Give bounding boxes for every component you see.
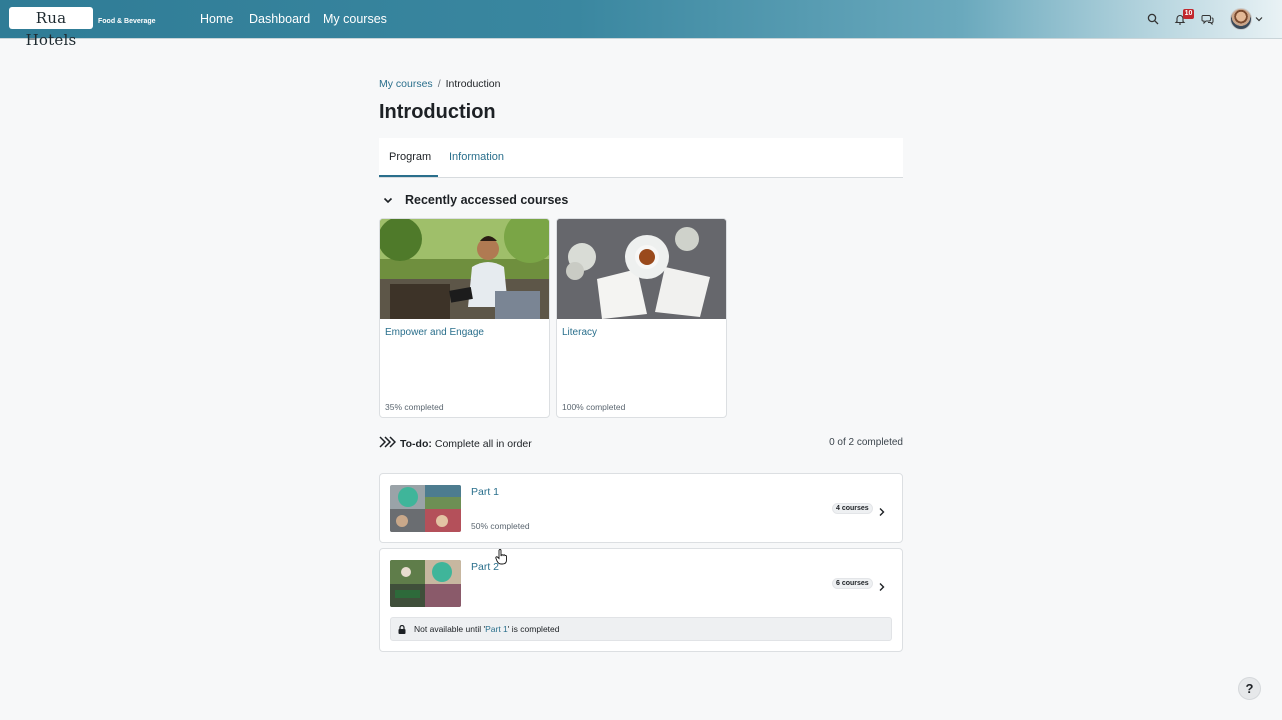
recent-courses-title: Recently accessed courses — [405, 193, 569, 207]
part-2-thumbnail — [390, 560, 461, 607]
course-count-badge: 6 courses — [832, 578, 873, 589]
recent-courses-header: Recently accessed courses — [379, 193, 568, 207]
active-tab-indicator — [379, 175, 438, 177]
chevron-right-icon[interactable] — [877, 504, 887, 516]
program-part-1[interactable]: Part 1 50% completed 4 courses — [379, 473, 903, 543]
tab-program[interactable]: Program — [389, 151, 431, 163]
part-1-thumbnail — [390, 485, 461, 532]
logo[interactable]: Rua Hotels — [9, 7, 93, 49]
hand-cursor-icon — [495, 549, 507, 565]
tab-information[interactable]: Information — [449, 151, 504, 163]
nav-home-link[interactable]: Home — [200, 12, 233, 26]
nav-dashboard-link[interactable]: Dashboard — [249, 12, 310, 26]
course-image-empower — [380, 219, 549, 319]
todo-row: To-do: Complete all in order 0 of 2 comp… — [379, 436, 903, 452]
course-progress: 100% completed — [562, 402, 626, 412]
program-part-2[interactable]: Part 2 6 courses Not available until ' Pa… — [379, 548, 903, 652]
chat-icon[interactable] — [1199, 11, 1215, 27]
lock-text-prefix: Not available until ' — [414, 624, 486, 634]
lock-text-suffix: ' is completed — [507, 624, 560, 634]
collapse-chevron-icon[interactable] — [379, 197, 397, 204]
part-1-title[interactable]: Part 1 — [471, 486, 499, 498]
double-chevron-right-icon — [379, 436, 397, 451]
chevron-right-icon[interactable] — [877, 579, 887, 591]
nav-my-courses-link[interactable]: My courses — [323, 12, 387, 26]
availability-restriction: Not available until ' Part 1 ' is complete… — [390, 617, 892, 641]
help-button[interactable]: ? — [1238, 677, 1261, 700]
lock-part-link[interactable]: Part 1 — [485, 624, 508, 634]
lock-icon — [398, 624, 406, 634]
todo-text: Complete all in order — [434, 437, 532, 450]
course-card-literacy[interactable]: Literacy 100% completed — [556, 218, 727, 418]
page-title: Introduction — [379, 101, 496, 123]
chevron-down-icon[interactable] — [1254, 11, 1264, 27]
todo-label: To-do: — [400, 437, 432, 450]
logo-subtitle: Food & Beverage — [98, 18, 156, 25]
course-image-literacy — [557, 219, 726, 319]
course-title[interactable]: Literacy — [562, 327, 597, 338]
search-icon[interactable] — [1145, 11, 1161, 27]
top-navbar: Rua Hotels Food & Beverage Home Dashboar… — [0, 0, 1282, 49]
course-progress: 35% completed — [385, 402, 444, 412]
course-card-empower[interactable]: Empower and Engage 35% completed — [379, 218, 550, 418]
avatar[interactable] — [1230, 8, 1252, 30]
breadcrumb: My courses / Introduction — [379, 78, 500, 90]
tab-bar: Program Information — [379, 138, 903, 178]
breadcrumb-my-courses[interactable]: My courses — [379, 78, 433, 90]
course-title[interactable]: Empower and Engage — [385, 327, 484, 338]
breadcrumb-separator: / — [437, 78, 441, 90]
breadcrumb-current: Introduction — [445, 78, 501, 90]
notification-badge: 10 — [1183, 9, 1194, 19]
course-count-badge: 4 courses — [832, 503, 873, 514]
part-1-progress: 50% completed — [471, 521, 530, 531]
todo-summary: 0 of 2 completed — [829, 437, 903, 448]
